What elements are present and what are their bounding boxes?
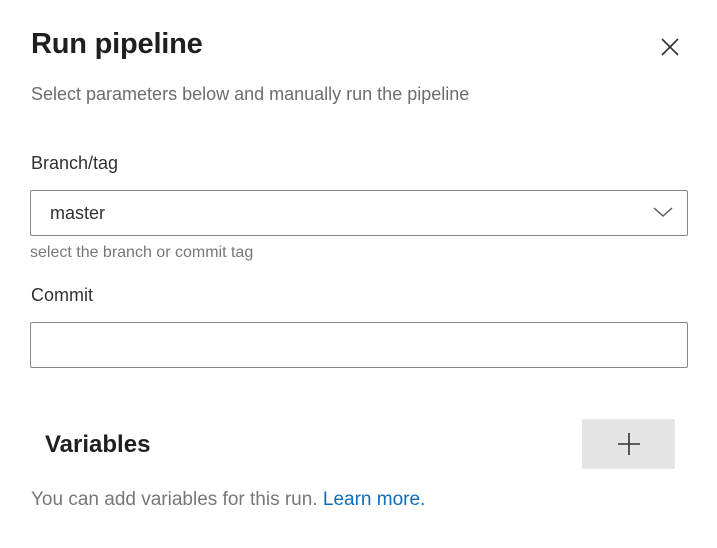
- chevron-down-icon: [653, 207, 673, 218]
- commit-label: Commit: [31, 285, 93, 305]
- variables-title: Variables: [45, 431, 151, 458]
- page-title: Run pipeline: [31, 28, 203, 60]
- page-subtitle: Select parameters below and manually run…: [31, 84, 470, 104]
- close-icon: [661, 38, 679, 56]
- learn-more-link[interactable]: Learn more.: [323, 489, 425, 510]
- run-pipeline-panel: Run pipeline Select parameters below and…: [0, 0, 717, 548]
- branch-helper-text: select the branch or commit tag: [30, 244, 254, 261]
- commit-input[interactable]: [30, 322, 688, 368]
- branch-label: Branch/tag: [31, 153, 119, 173]
- plus-icon: [617, 433, 640, 455]
- add-variable-button[interactable]: [582, 419, 675, 469]
- variables-description-text: You can add variables for this run.: [31, 489, 318, 510]
- close-button[interactable]: [655, 32, 685, 62]
- branch-select-value: master: [50, 203, 106, 223]
- variables-description: You can add variables for this run. Lear…: [31, 489, 425, 511]
- branch-select[interactable]: master: [30, 190, 688, 236]
